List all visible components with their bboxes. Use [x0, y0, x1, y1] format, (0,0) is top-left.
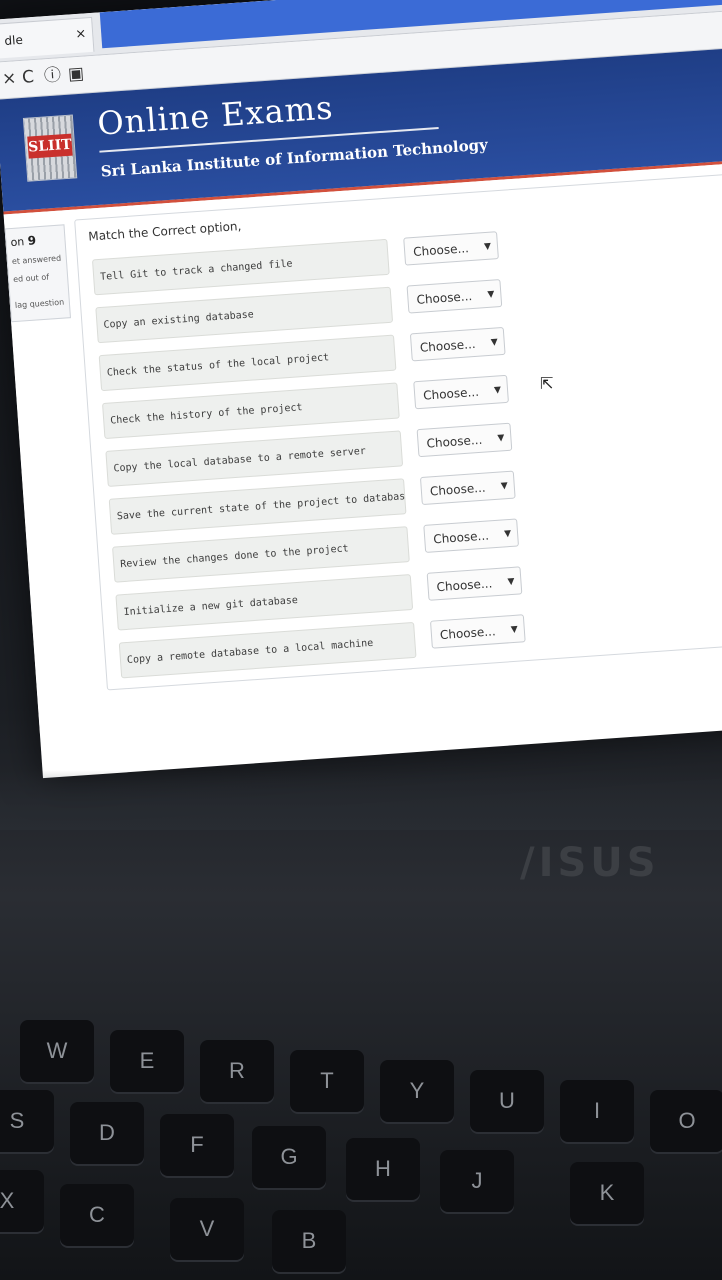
match-stem: Review the changes done to the project [112, 526, 410, 583]
page-icon[interactable]: ▣ [67, 64, 84, 85]
sliit-logo[interactable]: SLIIT [22, 114, 78, 182]
choice-value: Choose... [422, 384, 480, 403]
choice-value: Choose... [439, 624, 497, 643]
mouse-cursor-icon: ⇱ [540, 374, 554, 393]
answer-status: et answered [11, 253, 62, 267]
keyboard-key[interactable]: E [110, 1030, 184, 1092]
keyboard-key[interactable]: R [200, 1040, 274, 1102]
dropdown-arrow-icon: ▼ [510, 624, 519, 636]
keyboard-key[interactable]: H [346, 1138, 420, 1200]
logo-mark: SLIIT [27, 133, 73, 159]
keyboard-key[interactable]: B [272, 1210, 346, 1272]
laptop-keyboard: W E R T Y U I O S D F G H J K X C V B [0, 930, 722, 1280]
choice-value: Choose... [416, 289, 473, 307]
choice-value: Choose... [412, 241, 470, 260]
screen-bottom-shadow [0, 770, 722, 830]
tab-title: dle [4, 32, 24, 49]
choice-dropdown[interactable]: Choose... ▼ [409, 326, 506, 362]
keyboard-key[interactable]: W [20, 1020, 94, 1082]
choice-dropdown[interactable]: Choose... ▼ [406, 279, 503, 314]
match-stem: Tell Git to track a changed file [91, 238, 390, 296]
keyboard-key[interactable]: X [0, 1170, 44, 1232]
dropdown-arrow-icon: ▼ [490, 337, 499, 348]
match-stem: Copy the local database to a remote serv… [105, 430, 404, 487]
choice-value: Choose... [426, 432, 483, 451]
stop-icon[interactable]: × [1, 68, 17, 89]
quiz-content: on 9 et answered ed out of lag question … [3, 159, 722, 734]
marks-label: ed out of [12, 272, 50, 285]
flag-question-link[interactable]: lag question [15, 298, 65, 310]
match-stem: Initialize a new git database [115, 574, 414, 631]
question-number: 9 [27, 233, 37, 248]
keyboard-key[interactable]: U [470, 1070, 544, 1132]
laptop-brand-logo: /ISUS [520, 840, 660, 886]
dropdown-arrow-icon: ▼ [507, 576, 515, 588]
question-info-panel: on 9 et answered ed out of lag question [4, 224, 71, 323]
question-prefix: on [10, 235, 25, 250]
choice-dropdown[interactable]: Choose... ▼ [426, 566, 523, 601]
keyboard-key[interactable]: G [252, 1126, 326, 1188]
match-stem: Copy a remote database to a local machin… [118, 621, 417, 679]
keyboard-key[interactable]: T [290, 1050, 364, 1112]
choice-dropdown[interactable]: Choose... ▼ [423, 518, 520, 553]
keyboard-key[interactable]: D [70, 1102, 144, 1164]
choice-value: Choose... [436, 576, 493, 595]
match-stem: Check the status of the local project [98, 334, 397, 392]
dropdown-arrow-icon: ▼ [500, 481, 509, 492]
keyboard-key[interactable]: S [0, 1090, 54, 1152]
question-number-label: on 9 [10, 233, 36, 249]
dropdown-arrow-icon: ▼ [487, 289, 495, 300]
dropdown-arrow-icon: ▼ [503, 528, 512, 540]
choice-value: Choose... [429, 480, 487, 499]
choice-value: Choose... [432, 528, 490, 547]
choice-dropdown[interactable]: Choose... ▼ [419, 470, 516, 506]
choice-dropdown[interactable]: Choose... ▼ [403, 231, 499, 266]
keyboard-key[interactable]: J [440, 1150, 514, 1212]
keyboard-key[interactable]: V [170, 1198, 244, 1260]
keyboard-key[interactable]: I [560, 1080, 634, 1142]
match-stem: Check the history of the project [101, 382, 400, 440]
choice-dropdown[interactable]: Choose... ▼ [413, 374, 509, 410]
keyboard-key[interactable]: C [60, 1184, 134, 1246]
tab-close-icon[interactable]: × [75, 26, 87, 42]
browser-tab[interactable]: dle × [0, 16, 95, 59]
question-box: Match the Correct option, Tell Git to tr… [74, 172, 722, 691]
site-info-icon[interactable]: ⓘ [43, 65, 61, 86]
laptop-screen: dle × × C ⓘ ▣ SLIIT Online Exams Sri Lan… [0, 0, 722, 779]
keyboard-key[interactable]: F [160, 1114, 234, 1176]
question-prompt: Match the Correct option, [87, 218, 242, 244]
keyboard-key[interactable]: K [570, 1162, 644, 1224]
site-subtitle: Sri Lanka Institute of Information Techn… [100, 135, 489, 181]
reload-icon[interactable]: C [21, 67, 34, 88]
dropdown-arrow-icon: ▼ [483, 241, 492, 253]
match-stem: Copy an existing database [95, 286, 394, 344]
site-title: Online Exams [96, 88, 335, 143]
dropdown-arrow-icon: ▼ [493, 385, 502, 396]
choice-dropdown[interactable]: Choose... ▼ [416, 422, 513, 458]
choice-value: Choose... [419, 336, 477, 355]
choice-dropdown[interactable]: Choose... ▼ [429, 614, 526, 649]
keyboard-key[interactable]: Y [380, 1060, 454, 1122]
match-stem: Save the current state of the project to… [108, 478, 407, 535]
dropdown-arrow-icon: ▼ [497, 433, 505, 444]
keyboard-key[interactable]: O [650, 1090, 722, 1152]
